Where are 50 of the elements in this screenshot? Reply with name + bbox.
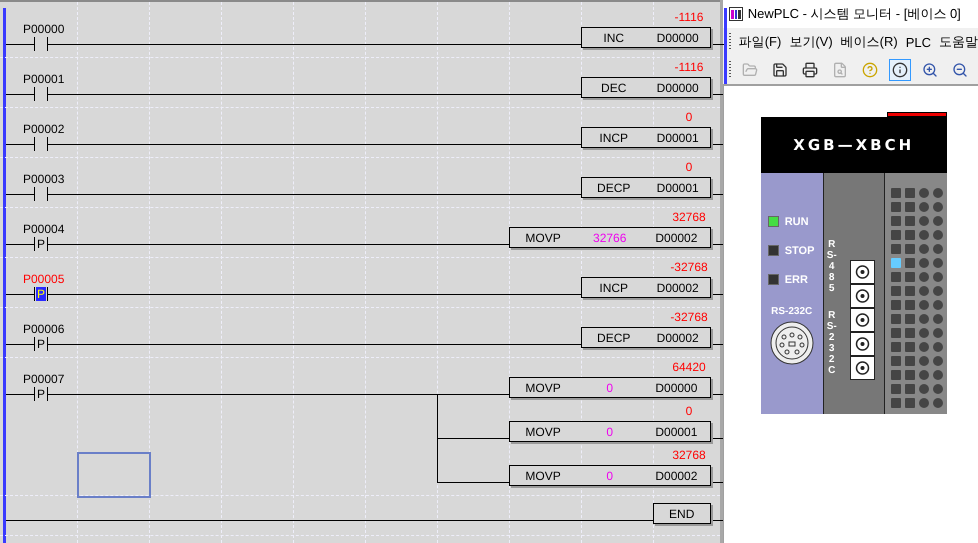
monitor-value: 0 [684, 110, 694, 124]
terminal-screw-icon [850, 308, 875, 332]
instruction-block[interactable]: DECP D00001 [580, 177, 711, 198]
contact-label: P00003 [23, 172, 64, 186]
instruction-block[interactable]: DEC D00000 [580, 77, 711, 98]
end-block[interactable]: END [652, 503, 711, 524]
instruction-block[interactable]: MOVP 0 D00001 [508, 421, 711, 442]
led-label: RUN [784, 216, 809, 228]
menu-item[interactable]: 파일(F) [738, 33, 782, 51]
contact-label: P00002 [23, 122, 64, 136]
led-label: ERR [784, 274, 808, 286]
monitor-value: 64420 [671, 360, 707, 374]
monitor-value: 32768 [671, 448, 707, 462]
contact-label: P00007 [23, 372, 64, 386]
instruction-block[interactable]: DECP D00002 [580, 327, 711, 348]
terminal-screw-icon [850, 260, 875, 284]
info-button[interactable] [888, 59, 911, 81]
terminal-screw-icon [850, 356, 875, 380]
contact-label: P00005 [23, 272, 64, 286]
led-label: STOP [784, 244, 814, 256]
instruction-block[interactable]: INCP D00002 [580, 277, 711, 298]
terminal-screw-icon [850, 332, 875, 356]
menu-item[interactable]: 보기(V) [789, 33, 833, 51]
port-label: RS-232C [771, 306, 812, 317]
instruction-block[interactable]: INC D00000 [580, 27, 711, 48]
monitor-value: -32768 [669, 310, 709, 324]
monitor-value: -1116 [674, 10, 704, 24]
contact-label: P00000 [23, 22, 64, 36]
contact-label: P00001 [23, 72, 64, 86]
monitor-value: -1116 [674, 60, 704, 74]
window-title: NewPLC - 시스템 모니터 - [베이스 0] [748, 5, 961, 23]
contact-label: P00006 [23, 322, 64, 336]
monitor-value: 32768 [671, 210, 707, 224]
port-label: RS-485 [826, 239, 837, 294]
menu-item[interactable]: PLC [906, 34, 931, 50]
instruction-block[interactable]: MOVP 0 D00000 [508, 377, 711, 398]
monitor-value: 0 [684, 160, 694, 174]
menu-item[interactable]: 도움말 [939, 33, 978, 51]
instruction-block[interactable]: INCP D00001 [580, 127, 711, 148]
app-icon [728, 7, 743, 21]
instruction-block[interactable]: MOVP 0 D00002 [508, 465, 711, 486]
menu-item[interactable]: 베이스(R) [840, 33, 898, 51]
round-connector-icon [770, 321, 814, 365]
terminal-screw-icon [850, 284, 875, 308]
monitor-value: -32768 [669, 260, 709, 274]
model-name: XGB—XBCH [793, 136, 914, 154]
contact-label: P00004 [23, 222, 64, 236]
instruction-block[interactable]: MOVP 32766 D00002 [508, 227, 711, 248]
port-label: RS-232C [826, 310, 837, 376]
monitor-value: 0 [684, 404, 694, 418]
